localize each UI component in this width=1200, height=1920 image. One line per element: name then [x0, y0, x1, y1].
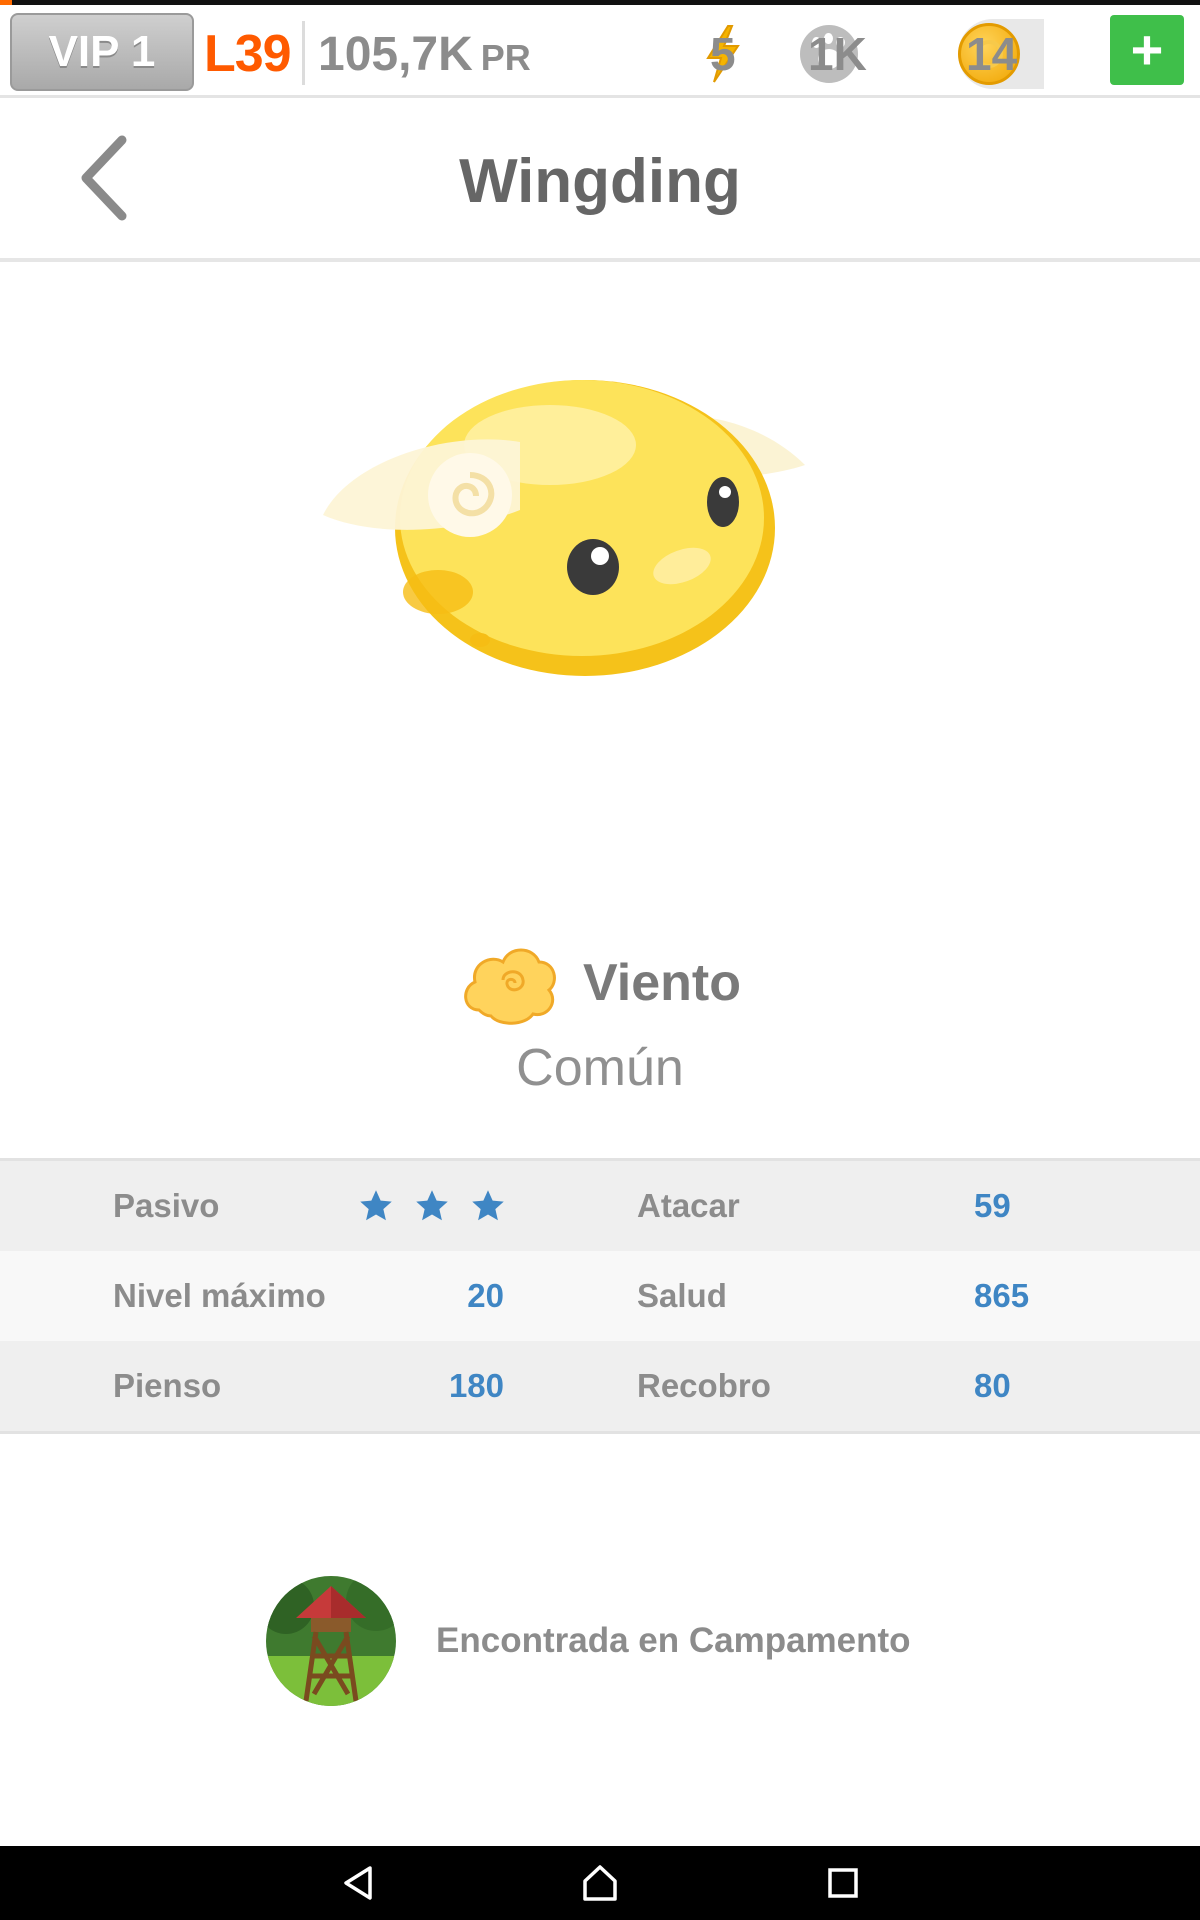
paw-value: 1K — [808, 28, 867, 80]
star-icon — [472, 1190, 504, 1221]
stat-label: Salud — [637, 1277, 727, 1314]
stat-value: 865 — [974, 1277, 1030, 1314]
stats-row-pasivo: Pasivo Atacar 59 — [0, 1161, 1200, 1251]
star-icon — [360, 1190, 392, 1221]
element-name: Viento — [583, 954, 741, 1012]
stat-label: Pasivo — [113, 1187, 220, 1224]
power-value: 105,7K — [318, 28, 473, 81]
square-recents-icon — [828, 1868, 858, 1898]
nav-back-button[interactable] — [334, 1858, 384, 1908]
stat-label: Atacar — [637, 1187, 740, 1224]
triangle-back-icon — [344, 1866, 372, 1900]
stat-value: 59 — [974, 1187, 1011, 1224]
resource-bar: VIP 1 L39 105,7K PR 5 1K 14 + — [0, 5, 1200, 98]
star-icon — [416, 1190, 448, 1221]
energy-value: 5 — [710, 28, 736, 80]
page-title: Wingding — [459, 147, 741, 216]
campamento-tower-icon — [266, 1576, 396, 1706]
power-rating: 105,7K PR — [318, 15, 531, 93]
location-link[interactable]: Encontrada en Campamento — [266, 1576, 911, 1706]
wingding-creature-image — [320, 370, 810, 690]
power-unit: PR — [480, 37, 531, 78]
paw-counter[interactable]: 1K — [800, 15, 867, 93]
coin-counter[interactable]: 14 — [958, 19, 1044, 89]
wind-cloud-icon — [464, 948, 556, 1025]
stat-label: Pienso — [113, 1367, 222, 1404]
nav-recents-button[interactable] — [818, 1858, 868, 1908]
element-row: Viento — [0, 938, 1200, 1028]
stats-table: Pasivo Atacar 59 Nivel máximo 20 Salud 8… — [0, 1158, 1200, 1434]
page-header: Wingding — [0, 98, 1200, 262]
player-level: L39 — [204, 25, 292, 83]
passive-stars — [358, 1161, 506, 1251]
add-coins-button[interactable]: + — [1110, 15, 1184, 85]
stat-value: 20 — [467, 1277, 504, 1314]
rarity-label: Común — [516, 1039, 684, 1097]
stats-row-pienso: Pienso 180 Recobro 80 — [0, 1341, 1200, 1431]
divider — [302, 21, 305, 85]
stats-row-nivel: Nivel máximo 20 Salud 865 — [0, 1251, 1200, 1341]
stat-value: 180 — [448, 1367, 504, 1404]
location-text: Encontrada en Campamento — [436, 1621, 911, 1660]
nav-home-button[interactable] — [575, 1858, 625, 1908]
stat-value: 80 — [974, 1367, 1011, 1404]
home-icon — [583, 1865, 617, 1901]
coin-value: 14 — [966, 28, 1018, 80]
stat-label: Recobro — [637, 1367, 771, 1404]
energy-counter[interactable]: 5 — [702, 15, 742, 93]
stat-label: Nivel máximo — [113, 1277, 326, 1314]
vip-badge[interactable]: VIP 1 — [10, 13, 194, 91]
system-nav-bar — [0, 1846, 1200, 1920]
